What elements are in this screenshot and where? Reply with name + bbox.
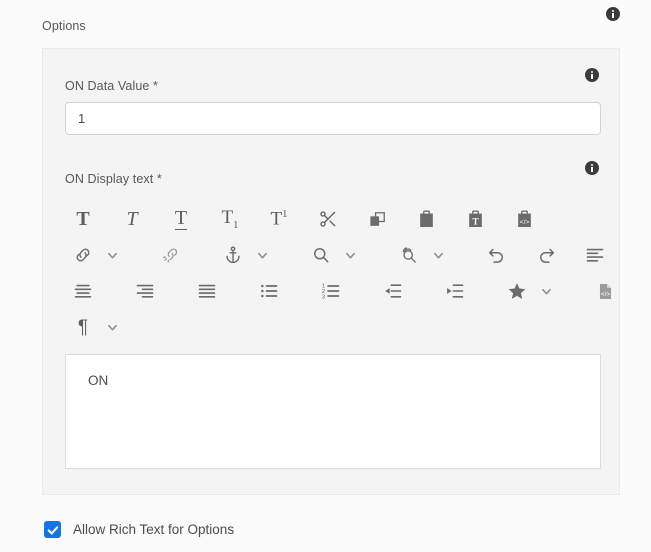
source-code-icon[interactable]: </> xyxy=(587,276,623,306)
paste-icon[interactable] xyxy=(408,204,444,234)
svg-text:3: 3 xyxy=(322,295,325,301)
on-display-text-editor[interactable]: ON xyxy=(65,354,601,469)
toolbar-row-2 xyxy=(65,237,604,273)
underline-icon[interactable]: T xyxy=(163,204,199,234)
special-character-star-icon[interactable] xyxy=(499,276,535,306)
numbered-list-icon[interactable]: 1 2 3 xyxy=(313,276,349,306)
indent-icon[interactable] xyxy=(437,276,473,306)
chevron-down-icon[interactable] xyxy=(339,240,361,270)
chevron-down-icon[interactable] xyxy=(101,312,123,342)
align-left-icon[interactable] xyxy=(577,240,613,270)
chevron-down-icon[interactable] xyxy=(101,240,123,270)
redo-icon[interactable] xyxy=(528,240,564,270)
replace-icon[interactable] xyxy=(391,240,427,270)
info-icon-data-value[interactable] xyxy=(585,68,599,87)
info-icon xyxy=(585,68,599,82)
allow-rich-text-label[interactable]: Allow Rich Text for Options xyxy=(73,522,234,537)
link-icon[interactable] xyxy=(65,240,101,270)
page-title: Options xyxy=(42,19,86,33)
on-display-text-label: ON Display text * xyxy=(65,172,162,186)
toolbar-row-3: 1 2 3 </> xyxy=(65,273,611,309)
undo-icon[interactable] xyxy=(479,240,515,270)
chevron-down-icon[interactable] xyxy=(251,240,273,270)
cut-scissors-icon[interactable] xyxy=(310,204,346,234)
superscript-icon[interactable]: T1 xyxy=(261,204,297,234)
info-icon-options[interactable] xyxy=(606,7,620,26)
copy-icon[interactable] xyxy=(359,204,395,234)
find-icon[interactable] xyxy=(303,240,339,270)
subscript-icon[interactable]: T1 xyxy=(212,204,248,234)
paste-as-text-icon[interactable]: T xyxy=(457,204,493,234)
italic-icon[interactable]: T xyxy=(114,204,150,234)
svg-text:</>: </> xyxy=(600,290,609,297)
justify-icon[interactable] xyxy=(189,276,225,306)
chevron-down-icon[interactable] xyxy=(535,276,557,306)
allow-rich-text-checkbox[interactable] xyxy=(44,521,61,538)
bulleted-list-icon[interactable] xyxy=(251,276,287,306)
unlink-icon[interactable] xyxy=(153,240,189,270)
bold-icon[interactable]: T xyxy=(65,204,101,234)
outdent-icon[interactable] xyxy=(375,276,411,306)
anchor-icon[interactable] xyxy=(215,240,251,270)
paste-from-word-icon[interactable]: </> xyxy=(506,204,542,234)
align-right-icon[interactable] xyxy=(127,276,163,306)
info-icon xyxy=(606,7,620,21)
on-data-value-label: ON Data Value * xyxy=(65,79,158,93)
svg-text:T: T xyxy=(472,217,479,227)
toolbar-row-1: T T T T1 T1 T </> xyxy=(65,201,601,237)
on-data-value-input[interactable] xyxy=(65,102,601,135)
chevron-down-icon[interactable] xyxy=(427,240,449,270)
svg-text:</>: </> xyxy=(519,218,529,225)
allow-rich-text-checkbox-row[interactable]: Allow Rich Text for Options xyxy=(44,521,234,538)
rich-text-toolbar: T T T T1 T1 T </> 1 2 3 </> ¶ xyxy=(65,201,611,345)
paragraph-format-icon[interactable]: ¶ xyxy=(65,312,101,342)
toolbar-row-4: ¶ xyxy=(65,309,601,345)
align-center-icon[interactable] xyxy=(65,276,101,306)
option-item-card: ON Data Value * ON Display text * T T T xyxy=(42,48,620,495)
info-icon-display-text[interactable] xyxy=(585,161,599,180)
options-panel: Options ON Data Value * ON Display text … xyxy=(0,0,651,506)
info-icon xyxy=(585,161,599,175)
